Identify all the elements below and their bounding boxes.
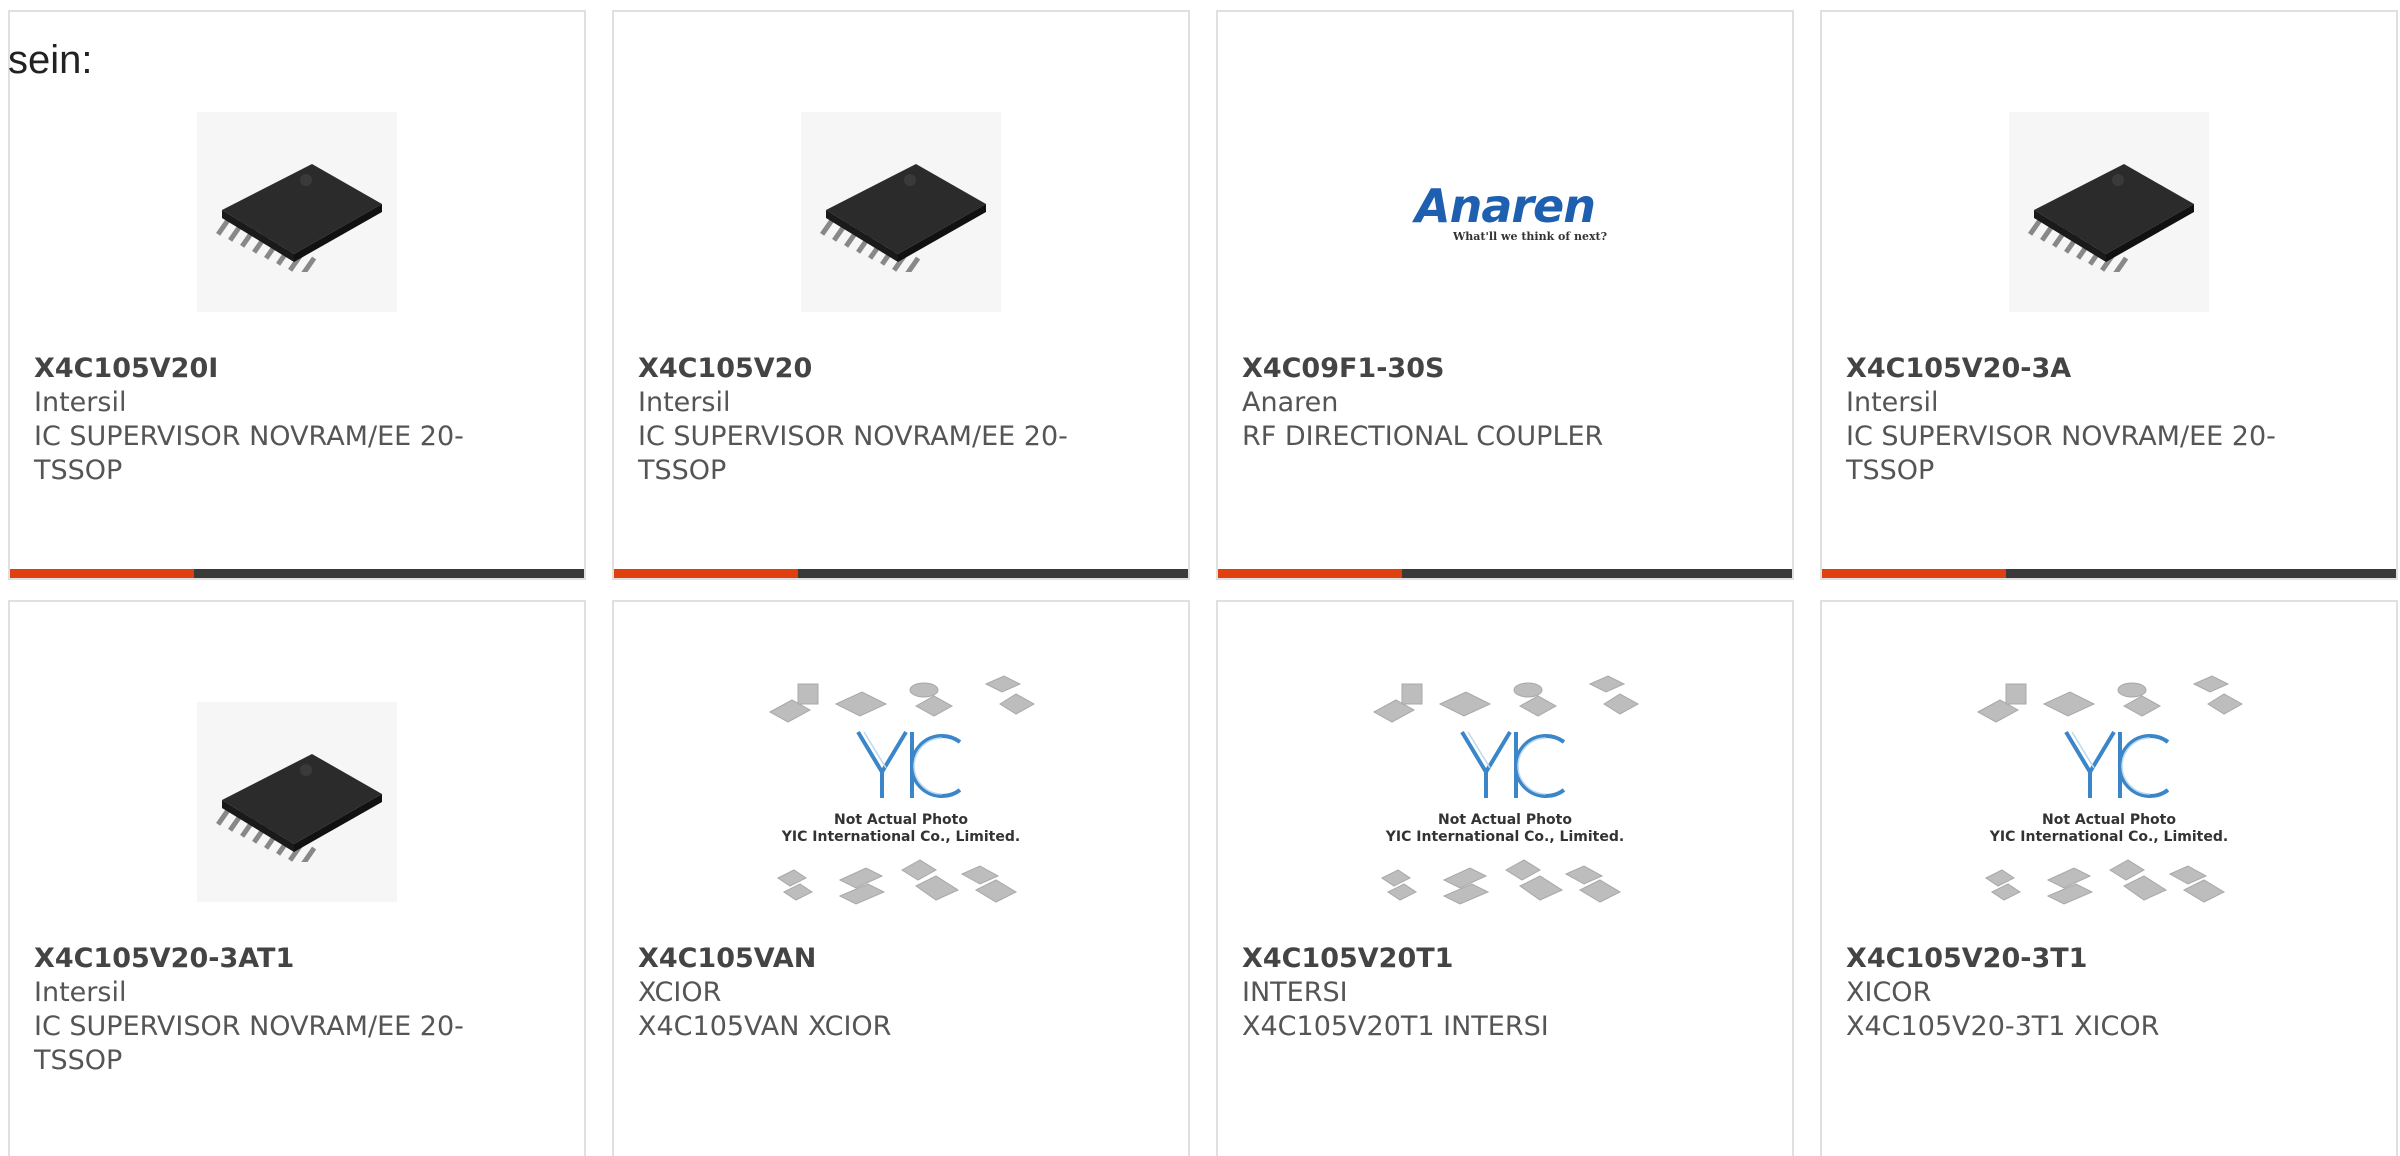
product-card[interactable]: Not Actual Photo YIC International Co., … — [612, 600, 1190, 1156]
placeholder-line-1: Not Actual Photo — [834, 812, 968, 828]
product-image[interactable]: Not Actual Photo YIC International Co., … — [1370, 672, 1640, 932]
product-card[interactable]: Not Actual Photo YIC International Co., … — [1820, 600, 2398, 1156]
card-bar — [614, 569, 1188, 578]
product-info: X4C105V20-3T1 XICOR X4C105V20-3T1 XICOR — [1846, 942, 2372, 1044]
card-bar-accent — [10, 569, 194, 578]
part-number[interactable]: X4C105V20 — [638, 352, 1164, 386]
product-image[interactable] — [766, 82, 1036, 342]
product-info: X4C105V20T1 INTERSI X4C105V20T1 INTERSI — [1242, 942, 1768, 1044]
description: IC SUPERVISOR NOVRAM/EE 20-TSSOP — [34, 421, 464, 486]
card-bar — [1822, 569, 2396, 578]
description: RF DIRECTIONAL COUPLER — [1242, 421, 1604, 452]
product-card[interactable]: X4C105V20I Intersil IC SUPERVISOR NOVRAM… — [8, 10, 586, 580]
manufacturer: XICOR — [1846, 977, 1932, 1008]
product-info: X4C105VAN XCIOR X4C105VAN XCIOR — [638, 942, 1164, 1044]
product-image[interactable]: Not Actual Photo YIC International Co., … — [1974, 672, 2244, 932]
part-number[interactable]: X4C105V20-3AT1 — [34, 942, 560, 976]
tssop-chip-icon — [2009, 112, 2209, 312]
tssop-chip-icon — [801, 112, 1001, 312]
product-info: X4C105V20-3A Intersil IC SUPERVISOR NOVR… — [1846, 352, 2372, 488]
description: X4C105VAN XCIOR — [638, 1011, 892, 1042]
description: X4C105V20-3T1 XICOR — [1846, 1011, 2160, 1042]
product-card[interactable]: Anaren What'll we think of next? X4C09F1… — [1216, 10, 1794, 580]
placeholder-line-1: Not Actual Photo — [1438, 812, 1572, 828]
card-bar-accent — [1218, 569, 1402, 578]
part-number[interactable]: X4C105VAN — [638, 942, 1164, 976]
description: IC SUPERVISOR NOVRAM/EE 20-TSSOP — [638, 421, 1068, 486]
page: sein: X4C105V20I Intersil IC SUPERVISOR … — [0, 0, 2400, 1156]
manufacturer: INTERSI — [1242, 977, 1348, 1008]
manufacturer: Intersil — [34, 977, 127, 1008]
manufacturer: XCIOR — [638, 977, 722, 1008]
placeholder-line-2: YIC International Co., Limited. — [781, 829, 1021, 845]
part-number[interactable]: X4C09F1-30S — [1242, 352, 1768, 386]
tssop-chip-icon — [197, 112, 397, 312]
card-bar-accent — [1822, 569, 2006, 578]
placeholder-line-1: Not Actual Photo — [2042, 812, 2176, 828]
card-bar-accent — [614, 569, 798, 578]
description: IC SUPERVISOR NOVRAM/EE 20-TSSOP — [34, 1011, 464, 1076]
product-card[interactable]: X4C105V20-3AT1 Intersil IC SUPERVISOR NO… — [8, 600, 586, 1156]
not-actual-photo-placeholder: Not Actual Photo YIC International Co., … — [1974, 672, 2244, 932]
product-card[interactable]: X4C105V20 Intersil IC SUPERVISOR NOVRAM/… — [612, 10, 1190, 580]
description: IC SUPERVISOR NOVRAM/EE 20-TSSOP — [1846, 421, 2276, 486]
manufacturer: Anaren — [1242, 387, 1339, 418]
anaren-logo-text: Anaren — [1414, 178, 1596, 233]
product-info: X4C105V20I Intersil IC SUPERVISOR NOVRAM… — [34, 352, 560, 488]
manufacturer: Intersil — [1846, 387, 1939, 418]
description: X4C105V20T1 INTERSI — [1242, 1011, 1549, 1042]
product-image[interactable] — [162, 82, 432, 342]
not-actual-photo-placeholder: Not Actual Photo YIC International Co., … — [766, 672, 1036, 932]
product-image[interactable] — [162, 672, 432, 932]
tssop-chip-icon — [197, 702, 397, 902]
manufacturer: Intersil — [638, 387, 731, 418]
part-number[interactable]: X4C105V20T1 — [1242, 942, 1768, 976]
product-info: X4C105V20 Intersil IC SUPERVISOR NOVRAM/… — [638, 352, 1164, 488]
placeholder-line-2: YIC International Co., Limited. — [1385, 829, 1625, 845]
product-image[interactable]: Not Actual Photo YIC International Co., … — [766, 672, 1036, 932]
not-actual-photo-placeholder: Not Actual Photo YIC International Co., … — [1370, 672, 1640, 932]
product-grid: X4C105V20I Intersil IC SUPERVISOR NOVRAM… — [8, 10, 2398, 1156]
card-bar — [1218, 569, 1792, 578]
lead-text: sein: — [8, 38, 93, 82]
product-info: X4C105V20-3AT1 Intersil IC SUPERVISOR NO… — [34, 942, 560, 1078]
product-image[interactable] — [1974, 82, 2244, 342]
product-image[interactable]: Anaren What'll we think of next? — [1370, 82, 1640, 342]
part-number[interactable]: X4C105V20-3T1 — [1846, 942, 2372, 976]
product-card[interactable]: X4C105V20-3A Intersil IC SUPERVISOR NOVR… — [1820, 10, 2398, 580]
card-bar — [10, 569, 584, 578]
placeholder-line-2: YIC International Co., Limited. — [1989, 829, 2229, 845]
product-card[interactable]: Not Actual Photo YIC International Co., … — [1216, 600, 1794, 1156]
part-number[interactable]: X4C105V20-3A — [1846, 352, 2372, 386]
manufacturer: Intersil — [34, 387, 127, 418]
part-number[interactable]: X4C105V20I — [34, 352, 560, 386]
anaren-logo: Anaren What'll we think of next? — [1403, 183, 1607, 242]
anaren-logo-tagline: What'll we think of next? — [1452, 229, 1608, 243]
product-info: X4C09F1-30S Anaren RF DIRECTIONAL COUPLE… — [1242, 352, 1768, 454]
